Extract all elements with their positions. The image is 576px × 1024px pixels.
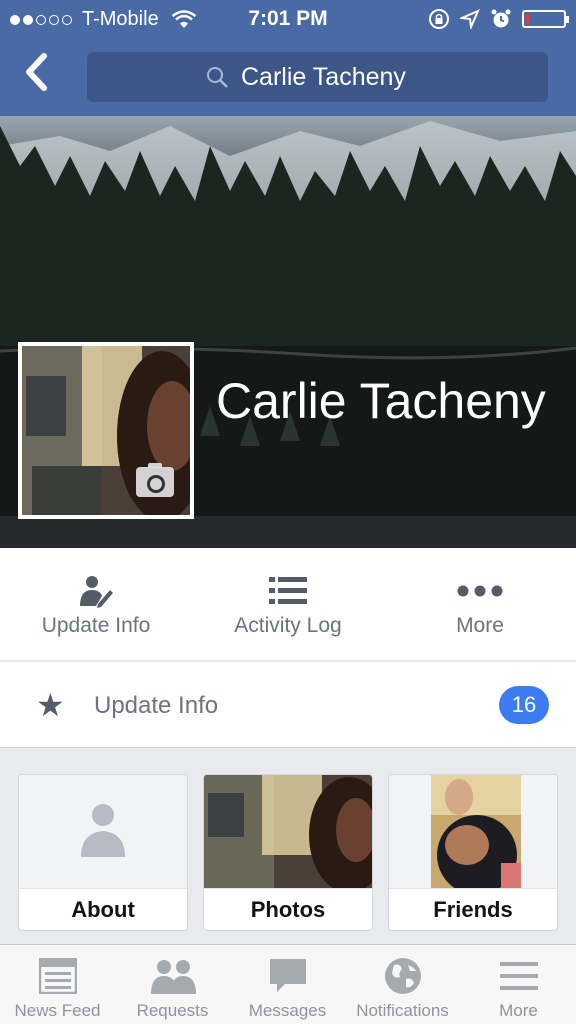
rotation-lock-icon <box>429 9 449 29</box>
about-placeholder <box>19 775 187 888</box>
tab-label: Notifications <box>356 1001 449 1020</box>
tab-requests[interactable]: Requests <box>115 945 230 1024</box>
photos-thumbnail <box>204 775 372 893</box>
tab-label: Messages <box>248 1001 327 1020</box>
hamburger-icon <box>499 962 538 990</box>
about-tile[interactable]: About <box>18 774 188 931</box>
person-silhouette-icon <box>81 804 125 857</box>
photos-tile[interactable]: Photos <box>203 774 373 931</box>
activity-log-action[interactable]: Activity Log <box>192 548 384 661</box>
update-info-row[interactable]: ★ Update Info 16 <box>0 662 576 748</box>
update-info-action[interactable]: Update Info <box>0 548 192 661</box>
more-action[interactable]: More <box>384 548 576 661</box>
action-label: Update Info <box>41 614 151 637</box>
tab-more[interactable]: More <box>461 945 576 1024</box>
edit-profile-icon <box>80 576 113 608</box>
update-info-label: Update Info <box>94 692 219 719</box>
friend-requests-icon <box>150 960 196 994</box>
globe-icon <box>384 958 421 994</box>
tab-news-feed[interactable]: News Feed <box>0 945 115 1024</box>
profile-action-bar: Update Info Activity Log More <box>0 548 576 661</box>
bottom-tab-bar: News Feed Requests Messages Notification… <box>0 944 576 1024</box>
update-count-badge: 16 <box>499 686 549 724</box>
search-query: Carlie Tacheny <box>241 62 406 91</box>
tile-label: About <box>19 888 187 930</box>
more-dots-icon <box>457 585 503 597</box>
tab-label: Requests <box>136 1001 209 1020</box>
change-photo-camera-icon[interactable] <box>136 463 174 497</box>
tile-label: Friends <box>389 888 557 930</box>
back-button[interactable] <box>22 52 50 102</box>
news-feed-icon <box>38 958 77 994</box>
friends-thumbnail <box>389 775 557 895</box>
alarm-icon <box>491 9 511 28</box>
profile-name: Carlie Tacheny <box>216 373 546 429</box>
tab-label: News Feed <box>14 1001 101 1020</box>
status-right-icons <box>428 8 569 30</box>
battery-icon <box>522 10 569 28</box>
cover-photo[interactable]: Carlie Tacheny <box>0 116 576 548</box>
top-bar: T-Mobile 7:01 PM Carlie Tacheny <box>0 0 576 116</box>
tab-messages[interactable]: Messages <box>230 945 345 1024</box>
list-icon <box>269 577 307 604</box>
search-icon <box>207 67 228 88</box>
search-field[interactable]: Carlie Tacheny <box>87 52 548 102</box>
tab-label: More <box>499 1001 538 1020</box>
friends-tile[interactable]: Friends <box>388 774 558 931</box>
tab-notifications[interactable]: Notifications <box>345 945 460 1024</box>
action-label: Activity Log <box>234 614 342 637</box>
location-arrow-icon <box>460 9 480 29</box>
star-icon: ★ <box>36 687 65 723</box>
messages-icon <box>269 959 306 992</box>
status-bar: T-Mobile 7:01 PM <box>0 0 576 38</box>
tile-label: Photos <box>204 888 372 930</box>
action-label: More <box>456 614 504 637</box>
chevron-left-icon <box>26 53 47 91</box>
